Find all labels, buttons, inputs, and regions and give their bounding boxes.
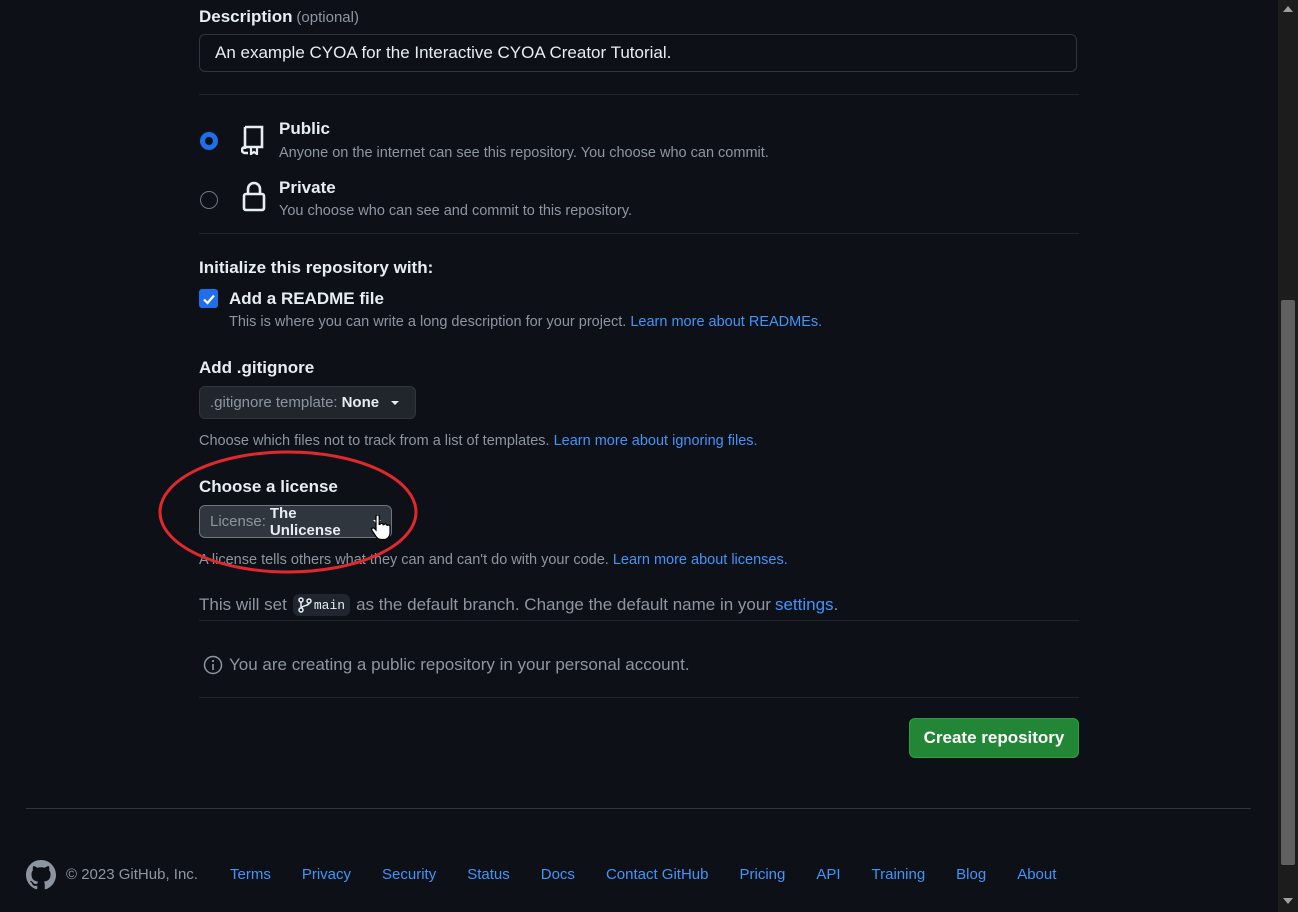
scrollbar-thumb[interactable]: [1281, 300, 1295, 865]
gitignore-heading: Add .gitignore: [199, 358, 315, 377]
hand-cursor-icon: [371, 515, 391, 541]
check-icon: [202, 294, 215, 305]
scroll-down-icon[interactable]: [1283, 898, 1293, 904]
private-title: Private: [279, 178, 336, 197]
divider: [199, 620, 1079, 621]
license-learn-more-link[interactable]: Learn more about licenses.: [613, 552, 788, 568]
settings-link[interactable]: settings: [775, 595, 834, 614]
gitignore-select[interactable]: .gitignore template: None: [199, 386, 416, 419]
branch-suffix: .: [833, 595, 839, 614]
optional-hint: (optional): [296, 9, 359, 26]
private-description: You choose who can see and commit to thi…: [279, 203, 633, 219]
divider: [199, 233, 1079, 234]
footer-link-training[interactable]: Training: [872, 866, 926, 883]
git-branch-icon: [298, 597, 312, 613]
branch-name: main: [313, 597, 346, 613]
copyright: © 2023 GitHub, Inc.: [66, 866, 198, 883]
footer-divider: [26, 808, 1251, 809]
readme-learn-more-link[interactable]: Learn more about READMEs.: [630, 314, 822, 330]
readme-desc-text: This is where you can write a long descr…: [229, 314, 627, 330]
branch-chip: main: [292, 594, 351, 616]
chevron-down-icon: [391, 400, 400, 405]
public-notice: You are creating a public repository in …: [229, 655, 690, 674]
footer-links: Terms Privacy Security Status Docs Conta…: [230, 866, 1087, 883]
readme-description: This is where you can write a long descr…: [229, 314, 822, 330]
github-logo-icon[interactable]: [26, 860, 56, 893]
branch-middle-text: as the default branch. Change the defaul…: [356, 595, 771, 614]
footer-link-docs[interactable]: Docs: [541, 866, 575, 883]
footer-link-status[interactable]: Status: [467, 866, 510, 883]
repo-icon: [240, 123, 267, 158]
private-radio[interactable]: [200, 191, 218, 209]
scroll-up-icon[interactable]: [1283, 6, 1293, 12]
readme-checkbox[interactable]: [199, 289, 218, 308]
public-title: Public: [279, 119, 331, 138]
description-input[interactable]: An example CYOA for the Interactive CYOA…: [199, 34, 1077, 72]
gitignore-prefix: .gitignore template:: [210, 394, 338, 411]
footer-link-security[interactable]: Security: [382, 866, 436, 883]
description-label-text: Description: [199, 7, 293, 26]
footer-link-about[interactable]: About: [1017, 866, 1056, 883]
readme-label[interactable]: Add a README file: [229, 289, 384, 309]
lock-icon: [242, 181, 266, 216]
public-radio[interactable]: [200, 132, 218, 150]
init-heading: Initialize this repository with:: [199, 258, 434, 277]
footer-link-contact[interactable]: Contact GitHub: [606, 866, 709, 883]
info-icon: [203, 655, 223, 678]
branch-prefix: This will set: [199, 595, 287, 614]
gitignore-learn-more-link[interactable]: Learn more about ignoring files.: [554, 433, 758, 449]
footer-link-api[interactable]: API: [816, 866, 840, 883]
footer-link-privacy[interactable]: Privacy: [302, 866, 351, 883]
footer-link-terms[interactable]: Terms: [230, 866, 271, 883]
divider: [199, 94, 1079, 95]
public-description: Anyone on the internet can see this repo…: [279, 145, 769, 161]
gitignore-value: None: [341, 394, 380, 411]
footer-link-blog[interactable]: Blog: [956, 866, 986, 883]
divider: [199, 697, 1079, 698]
footer-link-pricing[interactable]: Pricing: [739, 866, 785, 883]
description-label: Description (optional): [199, 7, 359, 27]
default-branch-line: This will set main as the default branch…: [199, 594, 838, 616]
create-repository-button[interactable]: Create repository: [909, 718, 1079, 758]
